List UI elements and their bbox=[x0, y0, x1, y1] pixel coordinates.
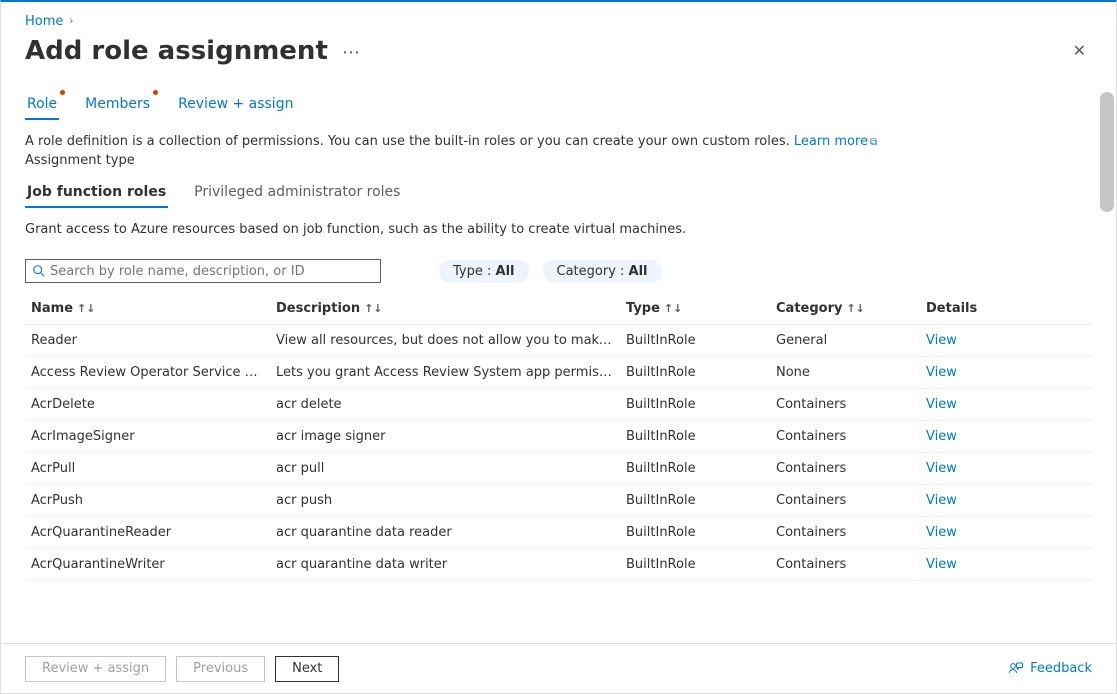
cell-name: AcrPull bbox=[25, 453, 270, 485]
assignment-type-label: Assignment type bbox=[25, 153, 1092, 168]
help-text: A role definition is a collection of per… bbox=[25, 134, 1092, 149]
search-input[interactable] bbox=[46, 262, 374, 281]
table-row[interactable]: AcrQuarantineWriteracr quarantine data w… bbox=[25, 549, 1092, 581]
cell-category: Containers bbox=[770, 389, 920, 421]
tab-label: Members bbox=[85, 96, 150, 112]
subtab-privileged-admin-roles[interactable]: Privileged administrator roles bbox=[192, 178, 402, 208]
cell-description: acr image signer bbox=[270, 421, 620, 453]
cell-description: acr push bbox=[270, 485, 620, 517]
column-header-description[interactable]: Description↑↓ bbox=[270, 293, 620, 325]
feedback-link[interactable]: Feedback bbox=[1008, 661, 1092, 677]
tab-label: Review + assign bbox=[178, 96, 293, 112]
cell-description: Lets you grant Access Review System app … bbox=[270, 357, 620, 389]
view-link[interactable]: View bbox=[926, 429, 957, 444]
external-link-icon: ⧉ bbox=[870, 137, 877, 148]
previous-button[interactable]: Previous bbox=[176, 656, 265, 682]
next-button[interactable]: Next bbox=[275, 656, 339, 682]
more-actions-icon[interactable]: ⋯ bbox=[342, 40, 361, 62]
cell-name: AcrQuarantineReader bbox=[25, 517, 270, 549]
cell-category: Containers bbox=[770, 453, 920, 485]
grant-access-description: Grant access to Azure resources based on… bbox=[25, 222, 1092, 237]
cell-type: BuiltInRole bbox=[620, 517, 770, 549]
cell-type: BuiltInRole bbox=[620, 549, 770, 581]
cell-name: Reader bbox=[25, 325, 270, 357]
column-header-details: Details bbox=[920, 293, 1092, 325]
cell-description: View all resources, but does not allow y… bbox=[270, 325, 620, 357]
subtab-job-function-roles[interactable]: Job function roles bbox=[25, 178, 168, 208]
tab-role[interactable]: Role bbox=[25, 90, 59, 120]
tab-label: Role bbox=[27, 96, 57, 112]
search-icon bbox=[32, 264, 46, 278]
dot-indicator-icon bbox=[60, 90, 65, 95]
view-link[interactable]: View bbox=[926, 493, 957, 508]
tab-review-assign[interactable]: Review + assign bbox=[176, 90, 295, 120]
cell-type: BuiltInRole bbox=[620, 421, 770, 453]
assignment-type-tabs: Job function roles Privileged administra… bbox=[25, 178, 1092, 208]
search-input-container[interactable] bbox=[25, 259, 381, 283]
view-link[interactable]: View bbox=[926, 333, 957, 348]
breadcrumb: Home › bbox=[25, 14, 1092, 29]
chevron-right-icon: › bbox=[69, 16, 73, 27]
roles-table: Name↑↓ Description↑↓ Type↑↓ Category↑↓ D… bbox=[25, 293, 1092, 581]
cell-category: None bbox=[770, 357, 920, 389]
footer-bar: Review + assign Previous Next Feedback bbox=[1, 643, 1116, 693]
review-assign-button[interactable]: Review + assign bbox=[25, 656, 166, 682]
cell-type: BuiltInRole bbox=[620, 325, 770, 357]
sort-icon: ↑↓ bbox=[364, 302, 382, 315]
cell-description: acr delete bbox=[270, 389, 620, 421]
cell-description: acr quarantine data reader bbox=[270, 517, 620, 549]
column-header-name[interactable]: Name↑↓ bbox=[25, 293, 270, 325]
main-tabs: Role Members Review + assign bbox=[25, 90, 1092, 120]
cell-name: AcrPush bbox=[25, 485, 270, 517]
close-icon[interactable]: ✕ bbox=[1067, 35, 1092, 66]
view-link[interactable]: View bbox=[926, 525, 957, 540]
column-header-category[interactable]: Category↑↓ bbox=[770, 293, 920, 325]
view-link[interactable]: View bbox=[926, 557, 957, 572]
view-link[interactable]: View bbox=[926, 365, 957, 380]
table-row[interactable]: AcrPushacr pushBuiltInRoleContainers View bbox=[25, 485, 1092, 517]
cell-type: BuiltInRole bbox=[620, 389, 770, 421]
cell-category: Containers bbox=[770, 421, 920, 453]
table-row[interactable]: AcrPullacr pullBuiltInRoleContainers View bbox=[25, 453, 1092, 485]
breadcrumb-home[interactable]: Home bbox=[25, 14, 63, 29]
sort-icon: ↑↓ bbox=[846, 302, 864, 315]
table-row[interactable]: AcrQuarantineReaderacr quarantine data r… bbox=[25, 517, 1092, 549]
cell-name: AcrQuarantineWriter bbox=[25, 549, 270, 581]
table-row[interactable]: AcrImageSigneracr image signerBuiltInRol… bbox=[25, 421, 1092, 453]
view-link[interactable]: View bbox=[926, 397, 957, 412]
cell-category: Containers bbox=[770, 549, 920, 581]
dot-indicator-icon bbox=[153, 90, 158, 95]
table-row[interactable]: Access Review Operator Service RoleLets … bbox=[25, 357, 1092, 389]
sort-icon: ↑↓ bbox=[664, 302, 682, 315]
cell-category: General bbox=[770, 325, 920, 357]
cell-category: Containers bbox=[770, 485, 920, 517]
feedback-icon bbox=[1008, 661, 1024, 677]
learn-more-link[interactable]: Learn more bbox=[794, 134, 868, 149]
filter-category-pill[interactable]: Category : All bbox=[543, 260, 662, 283]
sort-icon: ↑↓ bbox=[77, 302, 95, 315]
page-title: Add role assignment bbox=[25, 36, 328, 66]
scrollbar[interactable] bbox=[1100, 92, 1114, 212]
cell-name: Access Review Operator Service Role bbox=[25, 357, 270, 389]
cell-category: Containers bbox=[770, 517, 920, 549]
table-row[interactable]: ReaderView all resources, but does not a… bbox=[25, 325, 1092, 357]
view-link[interactable]: View bbox=[926, 461, 957, 476]
cell-description: acr pull bbox=[270, 453, 620, 485]
filter-type-pill[interactable]: Type : All bbox=[439, 260, 529, 283]
cell-name: AcrImageSigner bbox=[25, 421, 270, 453]
table-row[interactable]: AcrDeleteacr deleteBuiltInRoleContainers… bbox=[25, 389, 1092, 421]
cell-type: BuiltInRole bbox=[620, 357, 770, 389]
cell-type: BuiltInRole bbox=[620, 485, 770, 517]
column-header-type[interactable]: Type↑↓ bbox=[620, 293, 770, 325]
cell-description: acr quarantine data writer bbox=[270, 549, 620, 581]
tab-members[interactable]: Members bbox=[83, 90, 152, 120]
cell-name: AcrDelete bbox=[25, 389, 270, 421]
cell-type: BuiltInRole bbox=[620, 453, 770, 485]
